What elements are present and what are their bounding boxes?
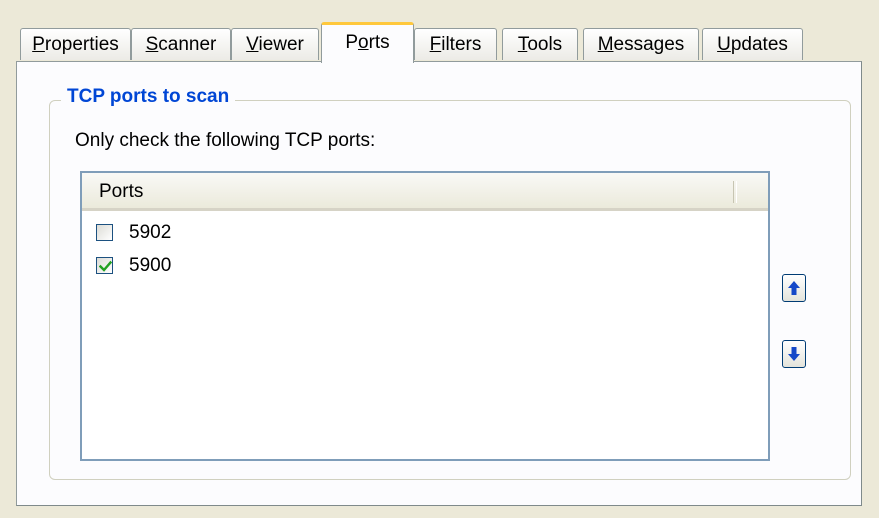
- list-item[interactable]: 5902: [96, 221, 696, 249]
- port-5900-checkbox[interactable]: [96, 257, 113, 274]
- tab-properties-accel: P: [32, 34, 45, 55]
- list-item-label: 5900: [129, 255, 172, 276]
- tab-tools-accel: T: [517, 34, 528, 55]
- tab-ports-pre: P: [345, 32, 358, 53]
- tab-ports-accel: o: [358, 32, 369, 53]
- arrow-down-icon: [788, 347, 800, 361]
- tab-updates-accel: U: [717, 34, 731, 55]
- group-title: TCP ports to scan: [61, 86, 236, 108]
- tab-scanner-label: canner: [158, 34, 217, 55]
- tab-properties[interactable]: Properties: [20, 28, 131, 60]
- arrow-up-icon: [788, 281, 800, 295]
- tab-updates[interactable]: Updates: [702, 28, 803, 60]
- tab-properties-label: roperties: [44, 34, 119, 55]
- tab-viewer-accel: V: [246, 34, 259, 55]
- tab-filters-label: ilters: [441, 34, 482, 55]
- port-5902-checkbox[interactable]: [96, 224, 113, 241]
- tab-updates-label: pdates: [730, 34, 788, 55]
- tab-viewer-label: iewer: [258, 34, 304, 55]
- list-item-label: 5902: [129, 222, 172, 243]
- tab-scanner-accel: S: [145, 34, 159, 55]
- tab-scanner[interactable]: Scanner: [131, 28, 231, 60]
- tab-strip: Properties Scanner Viewer Ports Filters …: [0, 0, 879, 63]
- move-down-button[interactable]: [782, 340, 806, 368]
- tab-filters[interactable]: Filters: [414, 28, 497, 60]
- tab-viewer[interactable]: Viewer: [231, 28, 319, 60]
- checkmark-icon: [99, 260, 112, 272]
- tab-messages-accel: M: [597, 34, 614, 55]
- tab-filters-accel: F: [429, 34, 442, 55]
- column-header-ports[interactable]: Ports: [99, 181, 143, 203]
- ports-listview[interactable]: Ports 5902 5900: [80, 171, 770, 461]
- column-separator[interactable]: [733, 181, 737, 203]
- group-description: Only check the following TCP ports:: [75, 130, 376, 151]
- ports-tab-panel: TCP ports to scan Only check the followi…: [16, 61, 862, 506]
- tab-messages[interactable]: Messages: [583, 28, 699, 60]
- tab-tools[interactable]: Tools: [502, 28, 578, 60]
- listview-header: Ports: [82, 173, 768, 211]
- tab-ports[interactable]: Ports: [321, 22, 414, 63]
- tab-messages-label: essages: [613, 34, 685, 55]
- move-up-button[interactable]: [782, 274, 806, 302]
- list-item[interactable]: 5900: [96, 254, 696, 282]
- tab-tools-label: ools: [527, 34, 563, 55]
- tab-ports-label: rts: [368, 32, 390, 53]
